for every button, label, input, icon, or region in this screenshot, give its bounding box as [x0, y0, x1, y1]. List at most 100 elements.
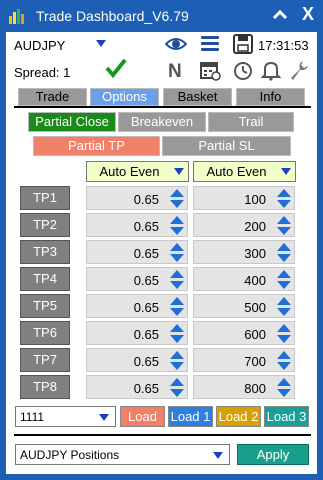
- tp-points-value: 200: [244, 219, 266, 234]
- chevron-down-icon: [99, 414, 109, 421]
- up-down-arrows-icon[interactable]: [169, 323, 185, 344]
- tp-button[interactable]: TP3: [20, 240, 70, 264]
- positions-select[interactable]: AUDJPY Positions: [15, 444, 230, 465]
- breakeven-button[interactable]: Breakeven: [118, 112, 206, 132]
- tp-points-value: 800: [244, 381, 266, 396]
- apply-button[interactable]: Apply: [237, 444, 309, 465]
- tab-options[interactable]: Options: [90, 88, 159, 106]
- up-down-arrows-icon[interactable]: [276, 188, 292, 209]
- tp-points-stepper[interactable]: 100: [193, 186, 295, 210]
- up-down-arrows-icon[interactable]: [169, 242, 185, 263]
- up-down-arrows-icon[interactable]: [276, 350, 292, 371]
- tp-button[interactable]: TP2: [20, 213, 70, 237]
- tab-trade[interactable]: Trade: [18, 88, 87, 106]
- tp-button[interactable]: TP4: [20, 267, 70, 291]
- up-down-arrows-icon[interactable]: [276, 377, 292, 398]
- svg-text:N: N: [168, 61, 182, 81]
- tp-button[interactable]: TP8: [20, 375, 70, 399]
- tp-row: TP2 0.65 200: [6, 213, 317, 237]
- tab-basket[interactable]: Basket: [163, 88, 232, 106]
- load-2-button[interactable]: Load 2: [216, 406, 261, 427]
- auto-even-lots-select[interactable]: Auto Even: [86, 161, 189, 182]
- chevron-down-icon[interactable]: [96, 40, 106, 48]
- load-3-button[interactable]: Load 3: [264, 406, 309, 427]
- tp-row: TP3 0.65 300: [6, 240, 317, 264]
- tp-points-value: 100: [244, 192, 266, 207]
- tp-points-stepper[interactable]: 500: [193, 294, 295, 318]
- spread-label: Spread: 1: [14, 65, 71, 80]
- tp-points-stepper[interactable]: 600: [193, 321, 295, 345]
- symbol-select[interactable]: AUDJPY: [14, 38, 65, 53]
- tp-lots-value: 0.65: [133, 327, 159, 342]
- tp-lots-stepper[interactable]: 0.65: [86, 375, 188, 399]
- tp-button[interactable]: TP5: [20, 294, 70, 318]
- tab-divider: [14, 106, 311, 108]
- server-clock: 17:31:53: [258, 38, 309, 53]
- timer-icon[interactable]: [232, 59, 254, 81]
- close-icon[interactable]: X: [298, 3, 318, 25]
- chevron-up-icon[interactable]: [272, 7, 288, 23]
- up-down-arrows-icon[interactable]: [169, 215, 185, 236]
- up-down-arrows-icon[interactable]: [169, 377, 185, 398]
- up-down-arrows-icon[interactable]: [276, 242, 292, 263]
- eye-icon[interactable]: [165, 33, 187, 55]
- dashboard-panel: AUDJPY Spread: 1 N 17:31:53 Trade Option…: [6, 32, 317, 474]
- up-down-arrows-icon[interactable]: [276, 269, 292, 290]
- up-down-arrows-icon[interactable]: [169, 269, 185, 290]
- bell-icon[interactable]: [260, 59, 282, 81]
- tp-points-stepper[interactable]: 300: [193, 240, 295, 264]
- partial-tp-tab[interactable]: Partial TP: [33, 136, 160, 156]
- wrench-icon[interactable]: [288, 59, 310, 81]
- tp-row: TP8 0.65 800: [6, 375, 317, 399]
- up-down-arrows-icon[interactable]: [169, 296, 185, 317]
- partial-close-button[interactable]: Partial Close: [28, 112, 116, 132]
- trail-button[interactable]: Trail: [208, 112, 294, 132]
- tp-button[interactable]: TP6: [20, 321, 70, 345]
- positions-value: AUDJPY Positions: [20, 448, 120, 462]
- up-down-arrows-icon[interactable]: [276, 215, 292, 236]
- tp-points-stepper[interactable]: 700: [193, 348, 295, 372]
- tp-lots-stepper[interactable]: 0.65: [86, 294, 188, 318]
- title-bar[interactable]: Trade Dashboard_V6.79 X: [0, 0, 323, 32]
- load-1-button[interactable]: Load 1: [168, 406, 213, 427]
- checkmark-icon: [105, 58, 127, 79]
- auto-even-points-select[interactable]: Auto Even: [193, 161, 296, 182]
- save-icon[interactable]: [232, 33, 254, 55]
- tp-button[interactable]: TP7: [20, 348, 70, 372]
- tp-points-stepper[interactable]: 400: [193, 267, 295, 291]
- tp-lots-value: 0.65: [133, 300, 159, 315]
- separator: [14, 434, 311, 436]
- tp-lots-value: 0.65: [133, 354, 159, 369]
- tp-row: TP1 0.65 100: [6, 186, 317, 210]
- chevron-down-icon: [174, 168, 184, 175]
- tab-info[interactable]: Info: [236, 88, 305, 106]
- tp-lots-stepper[interactable]: 0.65: [86, 267, 188, 291]
- tp-points-value: 500: [244, 300, 266, 315]
- up-down-arrows-icon[interactable]: [276, 296, 292, 317]
- chevron-down-icon: [213, 452, 223, 459]
- tp-points-stepper[interactable]: 200: [193, 213, 295, 237]
- preset-select[interactable]: 1111: [15, 406, 116, 427]
- list-icon[interactable]: [199, 33, 221, 55]
- tp-points-stepper[interactable]: 800: [193, 375, 295, 399]
- load-button[interactable]: Load: [120, 406, 165, 427]
- tp-lots-stepper[interactable]: 0.65: [86, 186, 188, 210]
- main-tabs: Trade Options Basket Info: [18, 88, 308, 106]
- tp-row: TP5 0.65 500: [6, 294, 317, 318]
- up-down-arrows-icon[interactable]: [169, 350, 185, 371]
- tp-lots-value: 0.65: [133, 381, 159, 396]
- tp-button[interactable]: TP1: [20, 186, 70, 210]
- tp-lots-stepper[interactable]: 0.65: [86, 348, 188, 372]
- tp-points-value: 300: [244, 246, 266, 261]
- tp-lots-stepper[interactable]: 0.65: [86, 213, 188, 237]
- tp-row: TP7 0.65 700: [6, 348, 317, 372]
- auto-even-points-value: Auto Even: [206, 164, 267, 179]
- up-down-arrows-icon[interactable]: [276, 323, 292, 344]
- tp-points-value: 600: [244, 327, 266, 342]
- calendar-icon[interactable]: [199, 59, 221, 81]
- partial-sl-tab[interactable]: Partial SL: [162, 136, 291, 156]
- up-down-arrows-icon[interactable]: [169, 188, 185, 209]
- news-icon[interactable]: N: [165, 59, 187, 81]
- tp-lots-stepper[interactable]: 0.65: [86, 321, 188, 345]
- tp-lots-stepper[interactable]: 0.65: [86, 240, 188, 264]
